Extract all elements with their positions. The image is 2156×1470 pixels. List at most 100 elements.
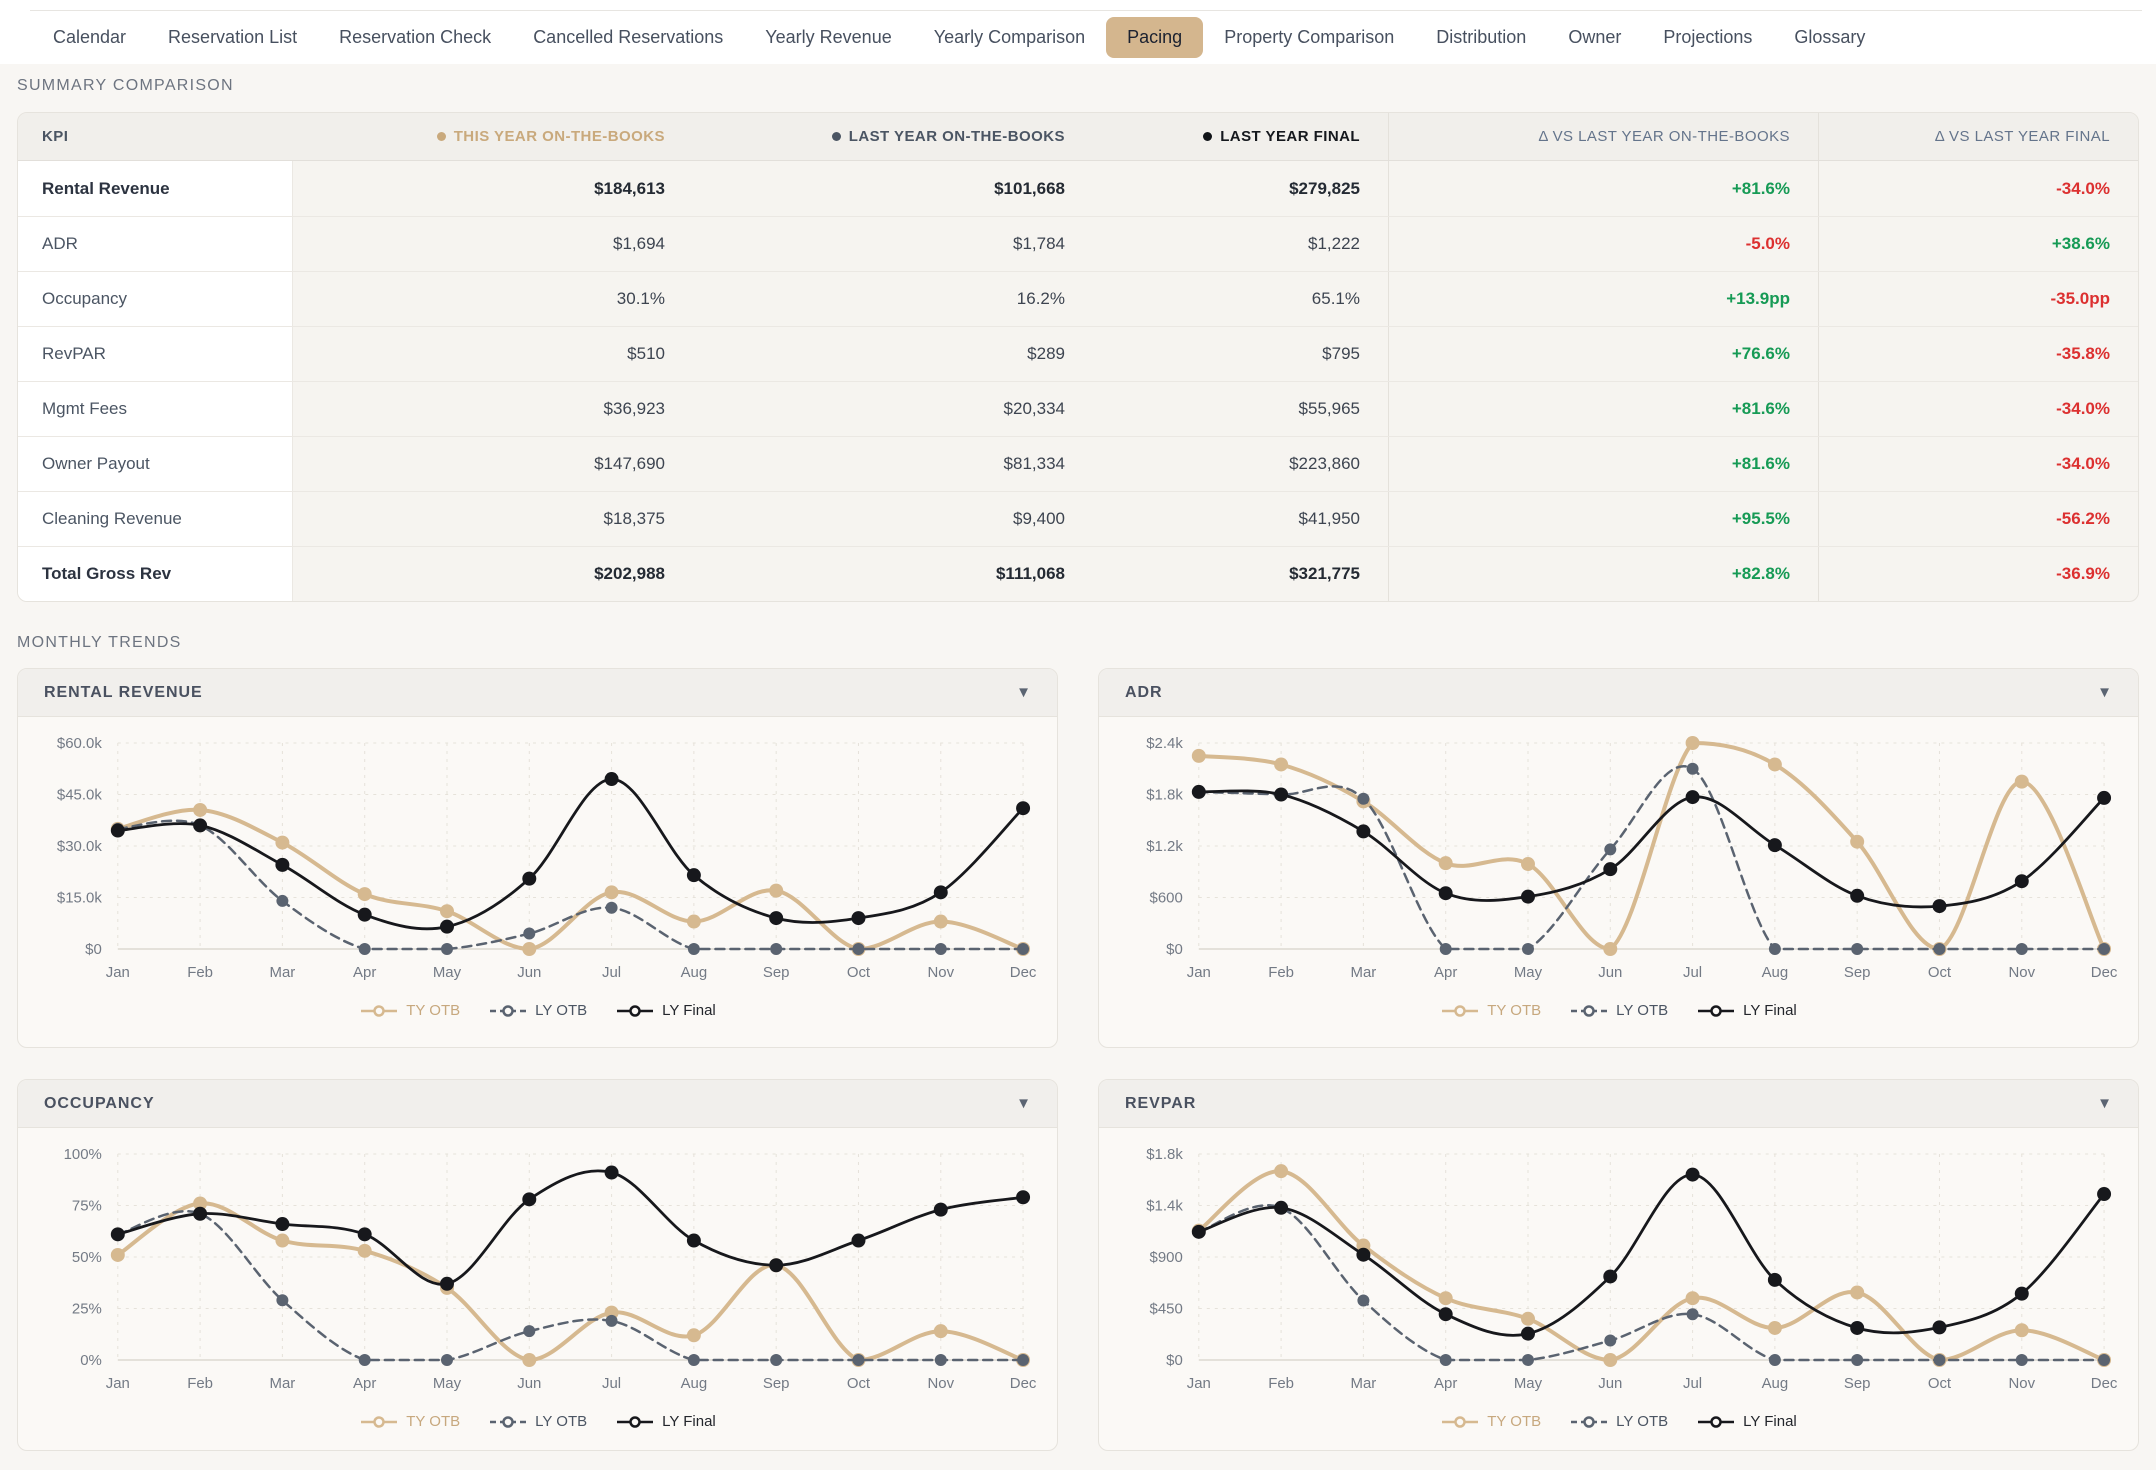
svg-text:50%: 50% — [72, 1249, 102, 1266]
chevron-down-icon[interactable]: ▼ — [1016, 1095, 1031, 1112]
tab-owner[interactable]: Owner — [1547, 17, 1642, 58]
table-row-owner-payout: Owner Payout$147,690$81,334$223,860+81.6… — [18, 436, 2138, 491]
tab-cancelled-reservations[interactable]: Cancelled Reservations — [512, 17, 744, 58]
tab-property-comparison[interactable]: Property Comparison — [1203, 17, 1415, 58]
chart-legend: TY OTB LY OTB LY Final — [1099, 993, 2138, 1047]
chart-canvas: $0$15.0k$30.0k$45.0k$60.0kJanFebMarAprMa… — [18, 717, 1057, 993]
legend-item-ly-otb[interactable]: LY OTB — [488, 1413, 587, 1430]
tab-distribution[interactable]: Distribution — [1415, 17, 1547, 58]
cell-ly_final: 65.1% — [1093, 272, 1388, 326]
svg-text:$1.8k: $1.8k — [1146, 787, 1183, 804]
legend-item-ly-otb[interactable]: LY OTB — [1569, 1002, 1668, 1019]
tab-reservation-check[interactable]: Reservation Check — [318, 17, 512, 58]
tab-projections[interactable]: Projections — [1642, 17, 1773, 58]
svg-text:Apr: Apr — [353, 964, 376, 981]
chart-legend: TY OTB LY OTB LY Final — [18, 1404, 1057, 1450]
svg-text:Apr: Apr — [1434, 1375, 1457, 1392]
cell-ty_otb: $36,923 — [293, 382, 693, 436]
svg-text:Apr: Apr — [1434, 964, 1457, 981]
cell-d_final: -35.0pp — [1818, 272, 2138, 326]
chevron-down-icon[interactable]: ▼ — [1016, 684, 1031, 701]
cell-ly_final: $321,775 — [1093, 547, 1388, 601]
chevron-down-icon[interactable]: ▼ — [2097, 1095, 2112, 1112]
chart-legend: TY OTB LY OTB LY Final — [18, 993, 1057, 1047]
table-row-adr: ADR$1,694$1,784$1,222-5.0%+38.6% — [18, 216, 2138, 271]
tab-yearly-comparison[interactable]: Yearly Comparison — [913, 17, 1106, 58]
chart-panel-occupancy: OCCUPANCY▼0%25%50%75%100%JanFebMarAprMay… — [17, 1079, 1058, 1451]
chart-panel-revpar: REVPAR▼$0$450$900$1.4k$1.8kJanFebMarAprM… — [1098, 1079, 2139, 1451]
svg-text:Nov: Nov — [2008, 964, 2035, 981]
main-content: SUMMARY COMPARISON KPITHIS YEAR ON-THE-B… — [0, 77, 2156, 1451]
chart-area: $0$600$1.2k$1.8k$2.4kJanFebMarAprMayJunJ… — [1099, 717, 2138, 993]
line-marker-icon — [359, 1003, 399, 1019]
chart-canvas: $0$450$900$1.4k$1.8kJanFebMarAprMayJunJu… — [1099, 1128, 2138, 1404]
tab-calendar[interactable]: Calendar — [32, 17, 147, 58]
cell-kpi: ADR — [18, 217, 293, 271]
tab-nav: CalendarReservation ListReservation Chec… — [32, 17, 1886, 58]
cell-d_otb: +13.9pp — [1388, 272, 1818, 326]
cell-kpi: Rental Revenue — [18, 161, 293, 216]
legend-item-ly-final[interactable]: LY Final — [1696, 1413, 1797, 1430]
cell-d_final: -36.9% — [1818, 547, 2138, 601]
cell-ly_final: $279,825 — [1093, 161, 1388, 216]
legend-item-ty-otb[interactable]: TY OTB — [1440, 1002, 1541, 1019]
table-row-total-gross-rev: Total Gross Rev$202,988$111,068$321,775+… — [18, 546, 2138, 601]
legend-label: LY Final — [1743, 1413, 1797, 1430]
cell-ly_final: $55,965 — [1093, 382, 1388, 436]
table-row-revpar: RevPAR$510$289$795+76.6%-35.8% — [18, 326, 2138, 381]
table-row-rental-revenue: Rental Revenue$184,613$101,668$279,825+8… — [18, 161, 2138, 216]
cell-kpi: Cleaning Revenue — [18, 492, 293, 546]
pacing-dashboard: CalendarReservation ListReservation Chec… — [0, 0, 2156, 1451]
tab-yearly-revenue[interactable]: Yearly Revenue — [744, 17, 912, 58]
legend-item-ly-otb[interactable]: LY OTB — [1569, 1413, 1668, 1430]
cell-ly_otb: $1,784 — [693, 217, 1093, 271]
svg-text:May: May — [1514, 964, 1543, 981]
line-marker-icon — [1696, 1003, 1736, 1019]
legend-label: LY OTB — [535, 1002, 587, 1019]
chevron-down-icon[interactable]: ▼ — [2097, 684, 2112, 701]
cell-ly_otb: $111,068 — [693, 547, 1093, 601]
cell-ly_final: $795 — [1093, 327, 1388, 381]
svg-text:Jun: Jun — [517, 964, 541, 981]
svg-text:Jan: Jan — [1187, 964, 1211, 981]
svg-text:$0: $0 — [1166, 1352, 1183, 1369]
svg-text:$15.0k: $15.0k — [57, 890, 102, 907]
svg-text:100%: 100% — [64, 1146, 102, 1163]
cell-kpi: RevPAR — [18, 327, 293, 381]
tab-glossary[interactable]: Glossary — [1773, 17, 1886, 58]
legend-item-ly-final[interactable]: LY Final — [615, 1413, 716, 1430]
cell-d_final: -56.2% — [1818, 492, 2138, 546]
cell-d_final: -35.8% — [1818, 327, 2138, 381]
svg-text:Sep: Sep — [763, 1375, 790, 1392]
cell-d_otb: +76.6% — [1388, 327, 1818, 381]
chart-panel-header: ADR▼ — [1099, 669, 2138, 717]
legend-item-ly-final[interactable]: LY Final — [615, 1002, 716, 1019]
svg-text:$0: $0 — [1166, 941, 1183, 958]
svg-text:$450: $450 — [1150, 1301, 1183, 1318]
legend-item-ly-final[interactable]: LY Final — [1696, 1002, 1797, 1019]
cell-kpi: Total Gross Rev — [18, 547, 293, 601]
legend-item-ty-otb[interactable]: TY OTB — [359, 1413, 460, 1430]
col-header-vs-last-year-final: Δ VS LAST YEAR FINAL — [1818, 113, 2138, 160]
tab-pacing[interactable]: Pacing — [1106, 17, 1203, 58]
tab-reservation-list[interactable]: Reservation List — [147, 17, 318, 58]
cell-ly_otb: $81,334 — [693, 437, 1093, 491]
svg-text:Jun: Jun — [1598, 964, 1622, 981]
cell-ty_otb: $184,613 — [293, 161, 693, 216]
legend-item-ly-otb[interactable]: LY OTB — [488, 1002, 587, 1019]
svg-text:Jun: Jun — [1598, 1375, 1622, 1392]
svg-text:Jan: Jan — [1187, 1375, 1211, 1392]
svg-text:Sep: Sep — [1844, 964, 1871, 981]
svg-text:Oct: Oct — [847, 1375, 871, 1392]
table-row-cleaning-revenue: Cleaning Revenue$18,375$9,400$41,950+95.… — [18, 491, 2138, 546]
cell-d_final: -34.0% — [1818, 382, 2138, 436]
line-marker-icon — [488, 1414, 528, 1430]
svg-text:Dec: Dec — [2091, 1375, 2118, 1392]
legend-label: LY Final — [662, 1002, 716, 1019]
chart-panel-adr: ADR▼$0$600$1.2k$1.8k$2.4kJanFebMarAprMay… — [1098, 668, 2139, 1048]
legend-item-ty-otb[interactable]: TY OTB — [359, 1002, 460, 1019]
legend-item-ty-otb[interactable]: TY OTB — [1440, 1413, 1541, 1430]
line-marker-icon — [1440, 1003, 1480, 1019]
line-marker-icon — [615, 1003, 655, 1019]
svg-text:Feb: Feb — [1268, 964, 1294, 981]
